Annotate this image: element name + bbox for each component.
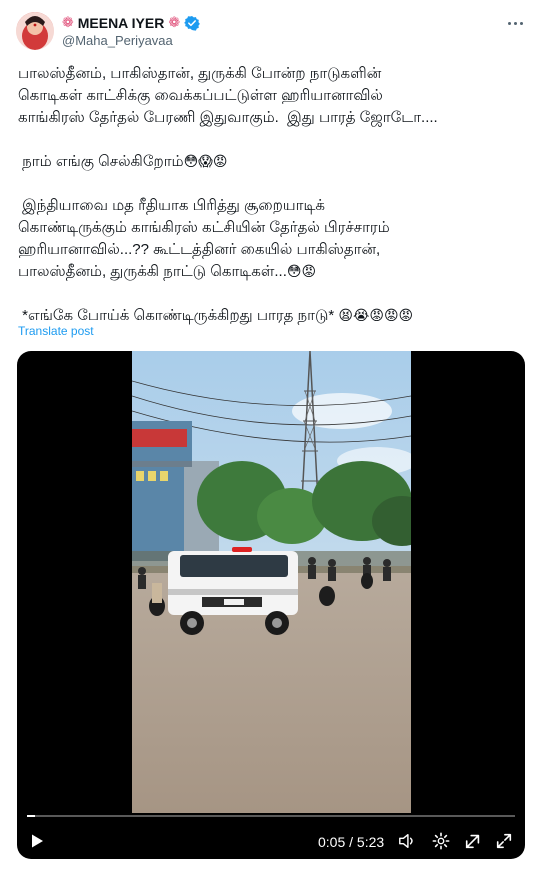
- post-paragraph-text: இந்தியாவை மத ரீதியாக பிரித்து சூறையாடிக்…: [18, 197, 390, 280]
- emoji-group: 😳😱😡: [183, 154, 228, 170]
- fullscreen-icon[interactable]: [495, 832, 513, 850]
- author-display-name: MEENA IYER: [77, 15, 165, 31]
- play-icon[interactable]: [29, 833, 45, 849]
- post-paragraph: இந்தியாவை மத ரீதியாக பிரித்து சூறையாடிக்…: [18, 195, 528, 283]
- avatar[interactable]: [16, 12, 54, 50]
- post-paragraph-text: நாம் எங்கு செல்கிறோம்: [18, 153, 184, 170]
- volume-icon[interactable]: [398, 832, 416, 850]
- video-progress-fill: [27, 815, 35, 817]
- video-frame[interactable]: [132, 351, 411, 813]
- author-handle[interactable]: @Maha_Periyavaa: [62, 33, 173, 48]
- emoji-group: 😫😭😡😡😡: [338, 308, 414, 324]
- emoji-group: 😳😡: [286, 264, 317, 280]
- video-progress-bar[interactable]: [27, 815, 515, 817]
- settings-icon[interactable]: [432, 832, 450, 850]
- video-player[interactable]: 0:05 / 5:23: [17, 351, 525, 859]
- video-thumbnail: [132, 351, 411, 813]
- post-paragraph: பாலஸ்தீனம், பாகிஸ்தான், துருக்கி போன்ற ந…: [18, 65, 438, 126]
- avatar-image: [16, 12, 54, 50]
- tweet-card: ❁ MEENA IYER ❁ @Maha_Periyavaa பாலஸ்தீனம…: [0, 0, 542, 872]
- verified-badge-icon: [184, 16, 200, 31]
- post-text: பாலஸ்தீனம், பாகிஸ்தான், துருக்கி போன்ற ந…: [18, 63, 528, 327]
- post-paragraph-text: *எங்கே போய்க் கொண்டிருக்கிறது பாரத நாடு*: [18, 307, 339, 324]
- external-share-icon[interactable]: [464, 832, 482, 850]
- lotus-icon: ❁: [168, 15, 181, 31]
- video-controls: 0:05 / 5:23: [17, 807, 525, 859]
- translate-post-link[interactable]: Translate post: [18, 324, 94, 338]
- video-time-display: 0:05 / 5:23: [318, 834, 385, 850]
- post-paragraph: நாம் எங்கு செல்கிறோம்😳😱😡: [18, 151, 528, 173]
- more-options-icon[interactable]: [504, 14, 526, 32]
- author-name-row[interactable]: ❁ MEENA IYER ❁: [62, 13, 200, 33]
- post-paragraph: *எங்கே போய்க் கொண்டிருக்கிறது பாரத நாடு*…: [18, 305, 528, 327]
- lotus-icon: ❁: [62, 15, 74, 31]
